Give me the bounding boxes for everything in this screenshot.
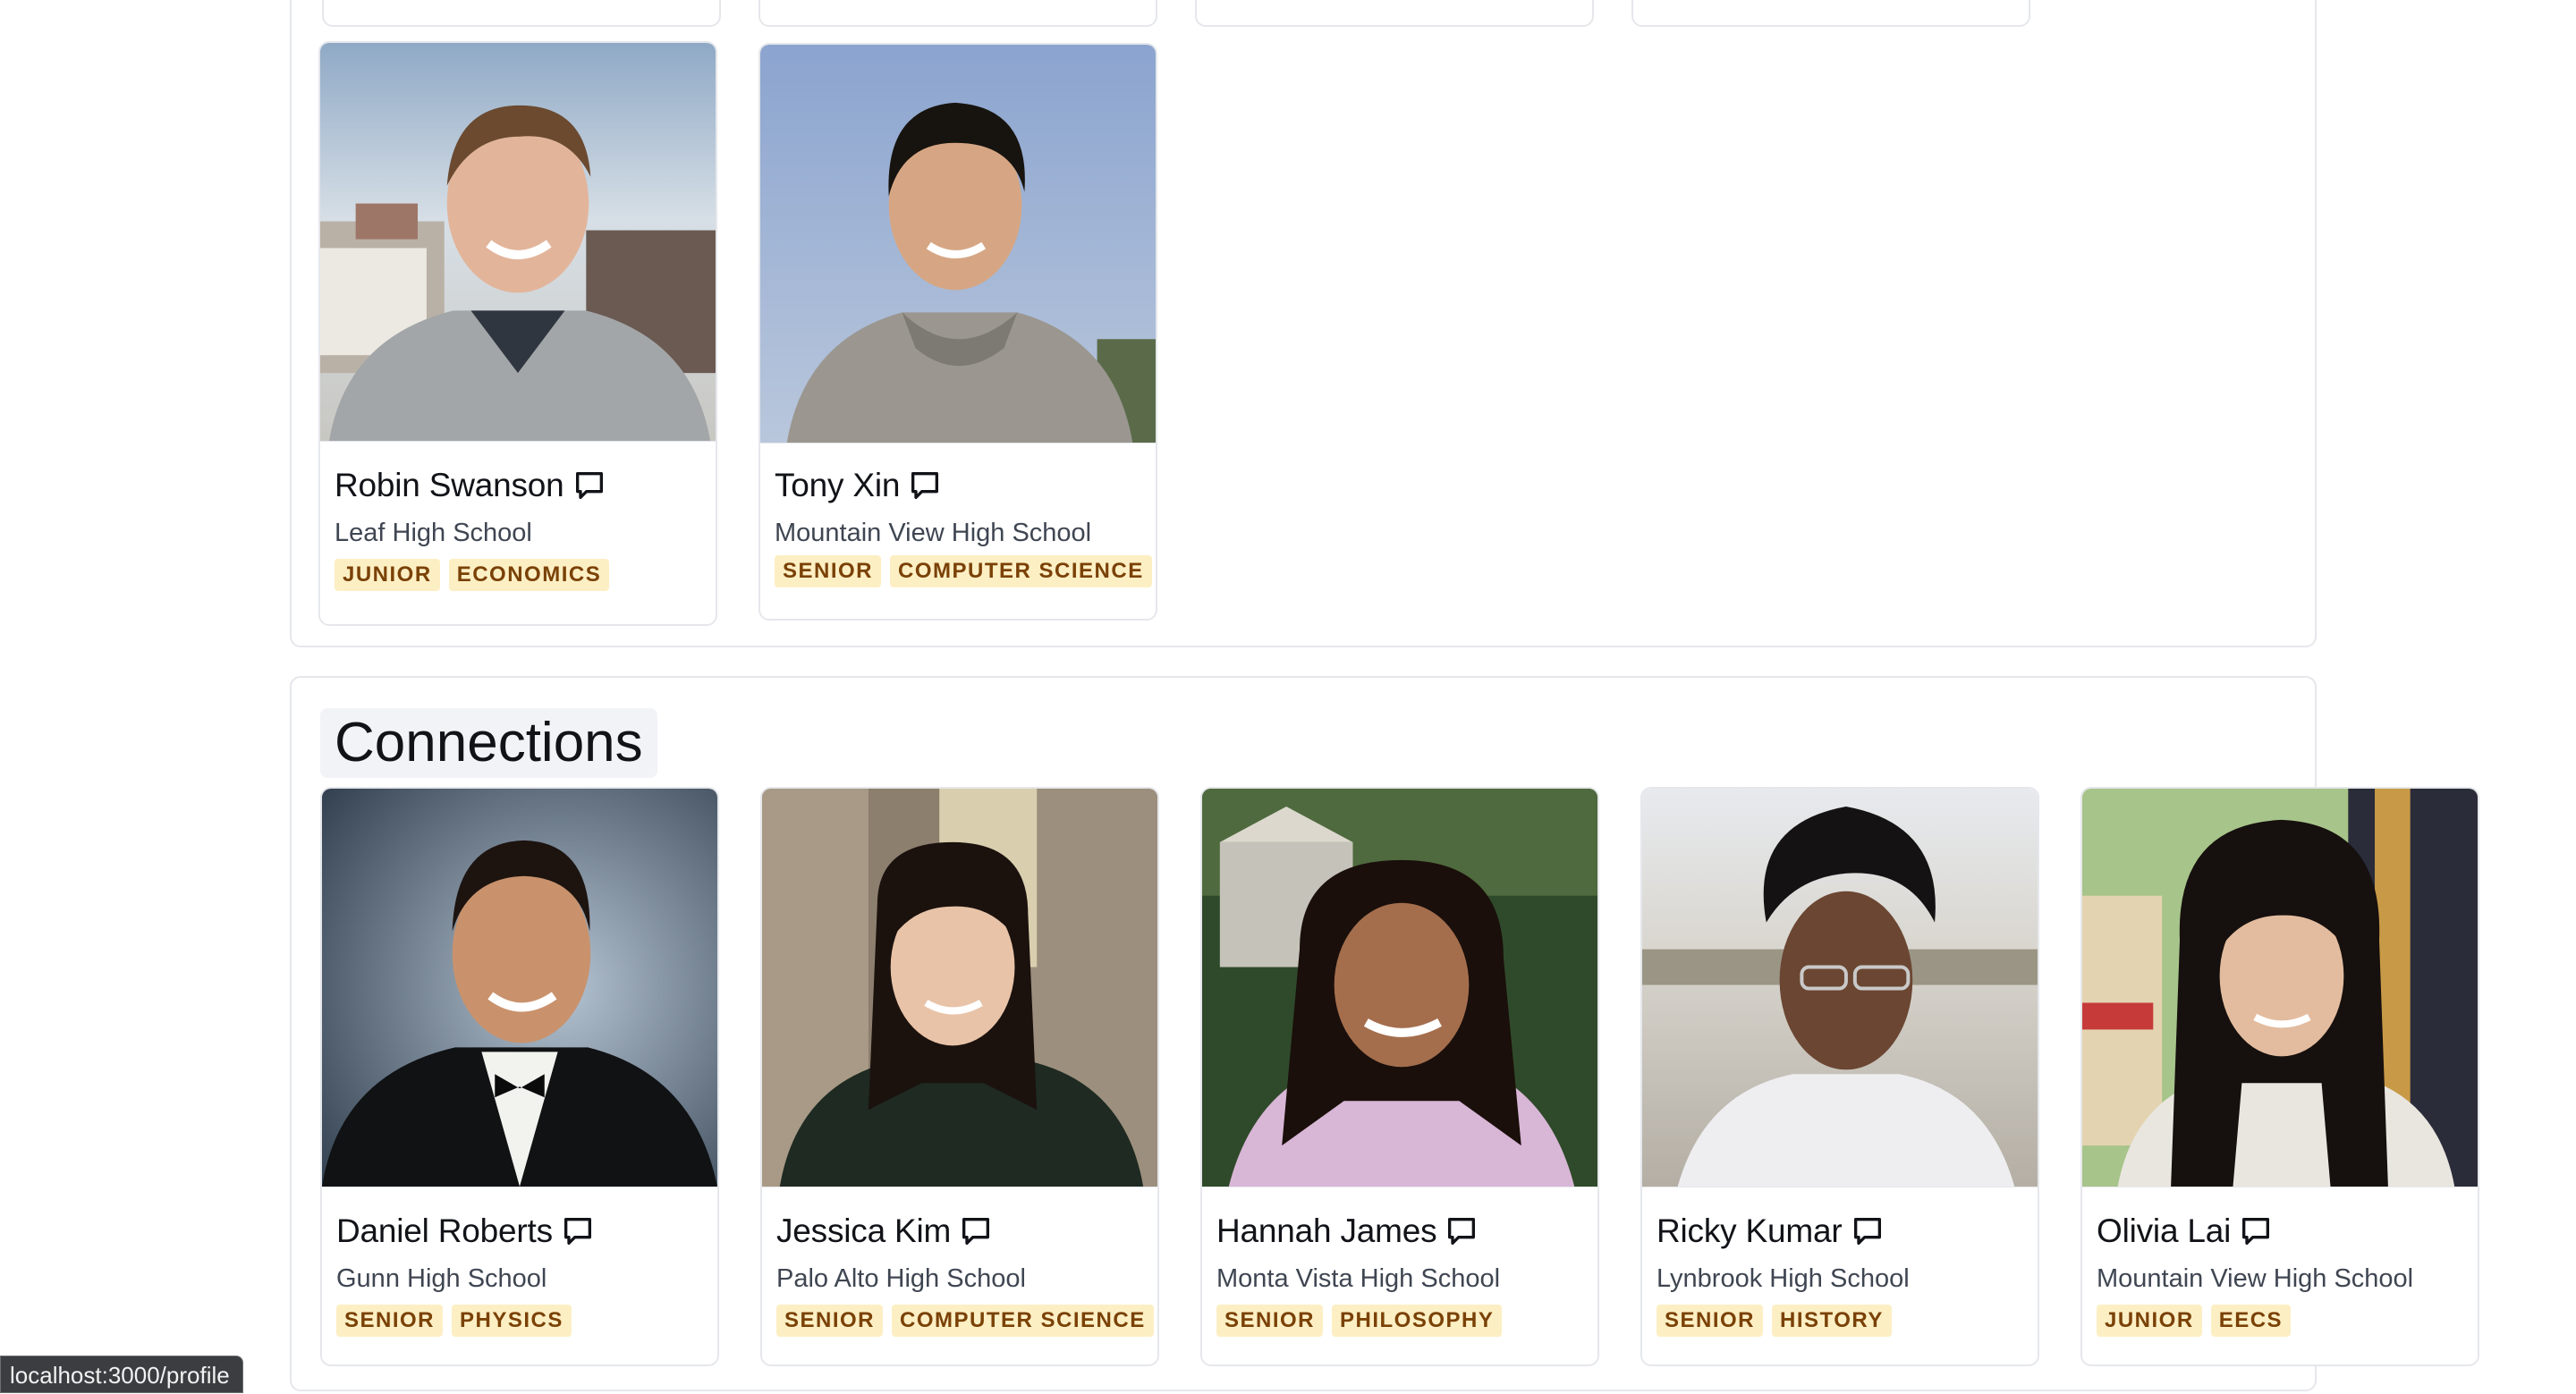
student-name[interactable]: Robin Swanson <box>335 467 564 504</box>
grade-tag[interactable]: JUNIOR <box>335 559 440 591</box>
connection-school: Mountain View High School <box>2097 1264 2414 1293</box>
chat-bubble-icon[interactable] <box>560 1213 596 1249</box>
connection-card[interactable]: Daniel Roberts Gunn High School SENIOR P… <box>320 787 719 1366</box>
interest-tag[interactable]: PHYSICS <box>452 1305 572 1337</box>
grade-tag[interactable]: SENIOR <box>775 555 882 587</box>
profile-photo <box>1642 789 2038 1187</box>
student-card-clipped[interactable] <box>758 0 1157 27</box>
student-card-clipped[interactable] <box>1631 0 2030 27</box>
connection-name[interactable]: Hannah James <box>1216 1212 1437 1250</box>
profile-photo <box>320 43 716 442</box>
connection-name[interactable]: Jessica Kim <box>776 1212 951 1250</box>
student-school: Mountain View High School <box>775 519 1092 547</box>
grade-tag[interactable]: JUNIOR <box>2097 1305 2202 1337</box>
connection-card[interactable]: Hannah James Monta Vista High School SEN… <box>1200 787 1599 1366</box>
interest-tag[interactable]: EECS <box>2210 1305 2292 1337</box>
chat-bubble-icon[interactable] <box>2238 1213 2274 1249</box>
chat-bubble-icon[interactable] <box>1850 1213 1885 1249</box>
connections-title: Connections <box>320 708 657 778</box>
grade-tag[interactable]: SENIOR <box>1657 1305 1764 1337</box>
connection-school: Palo Alto High School <box>776 1264 1026 1293</box>
profile-photo <box>2082 789 2478 1187</box>
grade-tag[interactable]: SENIOR <box>776 1305 884 1337</box>
connection-name[interactable]: Ricky Kumar <box>1657 1212 1843 1250</box>
interest-tag[interactable]: HISTORY <box>1772 1305 1892 1337</box>
interest-tag[interactable]: COMPUTER SCIENCE <box>890 555 1152 587</box>
interest-tag[interactable]: PHILOSOPHY <box>1332 1305 1503 1337</box>
profile-photo <box>322 789 717 1187</box>
profile-photo <box>762 789 1157 1187</box>
chat-bubble-icon[interactable] <box>907 468 943 503</box>
interest-tag[interactable]: COMPUTER SCIENCE <box>892 1305 1154 1337</box>
profile-photo <box>1202 789 1597 1187</box>
link-status-bar: localhost:3000/profile <box>0 1356 243 1393</box>
connection-card[interactable]: Olivia Lai Mountain View High School JUN… <box>2080 787 2479 1366</box>
interest-tag[interactable]: ECONOMICS <box>448 559 610 591</box>
connection-name[interactable]: Olivia Lai <box>2097 1212 2231 1250</box>
connection-school: Gunn High School <box>336 1264 547 1293</box>
chat-bubble-icon[interactable] <box>958 1213 994 1249</box>
grade-tag[interactable]: SENIOR <box>336 1305 444 1337</box>
connection-name[interactable]: Daniel Roberts <box>336 1212 553 1250</box>
student-card[interactable]: Tony Xin Mountain View High School SENIO… <box>758 43 1157 621</box>
grade-tag[interactable]: SENIOR <box>1216 1305 1324 1337</box>
profile-photo <box>760 45 1156 444</box>
chat-bubble-icon[interactable] <box>1444 1213 1479 1249</box>
student-school: Leaf High School <box>335 519 532 547</box>
chat-bubble-icon[interactable] <box>572 468 607 503</box>
student-card-clipped[interactable] <box>322 0 721 27</box>
connection-card[interactable]: Jessica Kim Palo Alto High School SENIOR… <box>760 787 1159 1366</box>
connection-school: Monta Vista High School <box>1216 1264 1501 1293</box>
connection-school: Lynbrook High School <box>1657 1264 1910 1293</box>
student-card-clipped[interactable] <box>1195 0 1594 27</box>
student-card[interactable]: Robin Swanson Leaf High School JUNIOR EC… <box>318 41 717 626</box>
connection-card[interactable]: Ricky Kumar Lynbrook High School SENIOR … <box>1640 787 2039 1366</box>
student-name[interactable]: Tony Xin <box>775 467 901 504</box>
